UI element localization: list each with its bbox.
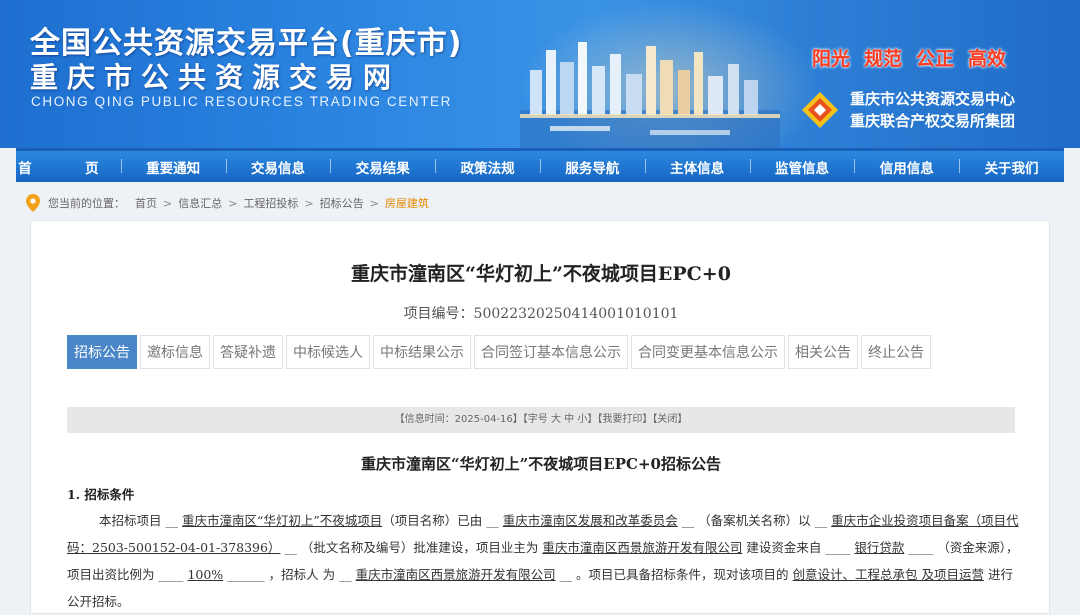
nav-item-policies[interactable]: 政策法规 (435, 157, 540, 177)
text-run: __ （批文名称及编号）批准建设，项目业主为 (280, 540, 543, 555)
org-name: 重庆市公共资源交易中心 (850, 90, 1016, 108)
text-run: 本招标项目 __ (99, 513, 182, 528)
slogan: 公正 (916, 48, 955, 70)
breadcrumb-separator: > (369, 196, 379, 210)
location-pin-icon (26, 194, 40, 212)
owner-value: 重庆市潼南区西景旅游开发有限公司 (542, 540, 743, 555)
section-heading: 1. 招标条件 (67, 487, 135, 502)
content-card: 重庆市潼南区“华灯初上”不夜城项目EPC+0 项目编号：500223202504… (30, 220, 1050, 614)
text-run: __ 。项目已具备招标条件，现对该项目的 (555, 567, 793, 582)
tab-related-notices[interactable]: 相关公告 (788, 335, 858, 369)
slogan: 阳光 (812, 48, 851, 70)
breadcrumb-separator: > (163, 196, 173, 210)
org-block: 重庆市公共资源交易中心 重庆联合产权交易所集团 (800, 88, 1015, 132)
ratio-value: 100% (187, 567, 224, 582)
slogan-list: 阳光 规范 公正 高效 (812, 44, 1006, 71)
breadcrumb-home[interactable]: 首页 (135, 195, 157, 211)
project-title: 重庆市潼南区“华灯初上”不夜城项目EPC+0 (351, 263, 731, 285)
tab-award-result[interactable]: 中标结果公示 (373, 335, 471, 369)
tab-qa-supplement[interactable]: 答疑补遗 (213, 335, 283, 369)
nav-item-service-guide[interactable]: 服务导航 (539, 157, 645, 177)
notice-paragraph: 本招标项目 __ 重庆市潼南区“华灯初上”不夜城项目（项目名称）已由 __ 重庆… (67, 507, 1019, 615)
org-names: 重庆市公共资源交易中心 重庆联合产权交易所集团 (850, 88, 1015, 132)
text-run: __ （备案机关名称）以 __ (677, 513, 832, 528)
tab-winning-candidates[interactable]: 中标候选人 (286, 335, 370, 369)
nav-item-trade-info[interactable]: 交易信息 (225, 157, 331, 177)
breadcrumb-separator: > (228, 196, 238, 210)
fund-source-value: 银行贷款 (854, 540, 905, 555)
tab-contract-change[interactable]: 合同变更基本信息公示 (631, 335, 785, 369)
breadcrumb-prefix: 您当前的位置： (48, 197, 125, 210)
nav-item-supervision[interactable]: 监管信息 (749, 157, 855, 177)
text-run: （项目名称）已由 __ (382, 513, 503, 528)
tab-invitation-info[interactable]: 邀标信息 (140, 335, 210, 369)
tab-contract-signing[interactable]: 合同签订基本信息公示 (474, 335, 628, 369)
site-banner: 全国公共资源交易平台(重庆市) 重庆市公共资源交易网 CHONG QING PU… (0, 0, 1080, 148)
info-toolbar[interactable]: 【信息时间：2025-04-16】【字号 大 中 小】【我要打印】【关闭】 (67, 407, 1015, 433)
text-run: 建设资金来自 ____ (742, 540, 855, 555)
tenderer-value: 重庆市潼南区西景旅游开发有限公司 (355, 567, 556, 582)
nav-item-about[interactable]: 关于我们 (959, 157, 1064, 177)
scope-value: 创意设计、工程总承包 及项目运营 (792, 567, 984, 582)
nav-item-home[interactable]: 首 页 (16, 157, 121, 177)
project-code: 项目编号：50022320250414001010101 (403, 306, 679, 322)
notice-title: 重庆市潼南区“华灯初上”不夜城项目EPC+0招标公告 (361, 455, 721, 473)
city-skyline-image (520, 42, 780, 148)
site-title-en: CHONG QING PUBLIC RESOURCES TRADING CENT… (31, 94, 452, 109)
slogan: 规范 (864, 48, 903, 70)
tab-termination[interactable]: 终止公告 (861, 335, 931, 369)
nav-item-trade-results[interactable]: 交易结果 (330, 157, 435, 177)
nav-item-subject-info[interactable]: 主体信息 (644, 157, 750, 177)
breadcrumb-tender-notice[interactable]: 招标公告 (320, 195, 364, 211)
notice-tabs: 招标公告 邀标信息 答疑补遗 中标候选人 中标结果公示 合同签订基本信息公示 合… (67, 335, 934, 369)
main-nav: 首 页 重要通知 交易信息 交易结果 政策法规 服务导航 主体信息 监管信息 信… (16, 148, 1064, 182)
project-name-value: 重庆市潼南区“华灯初上”不夜城项目 (181, 513, 383, 528)
breadcrumb-separator: > (304, 196, 314, 210)
approver-value: 重庆市潼南区发展和改革委员会 (502, 513, 678, 528)
slogan: 高效 (968, 48, 1007, 70)
breadcrumb-current[interactable]: 房屋建筑 (385, 195, 429, 211)
org-name: 重庆联合产权交易所集团 (850, 112, 1016, 130)
breadcrumb: 您当前的位置： 首页 > 信息汇总 > 工程招投标 > 招标公告 > 房屋建筑 (16, 188, 1064, 218)
org-logo-icon (802, 92, 838, 128)
tab-tender-notice[interactable]: 招标公告 (67, 335, 137, 369)
text-run: ______ ，招标人 为 __ (223, 567, 356, 582)
nav-item-notices[interactable]: 重要通知 (120, 157, 226, 177)
nav-item-credit[interactable]: 信用信息 (854, 157, 959, 177)
breadcrumb-info-summary[interactable]: 信息汇总 (178, 195, 222, 211)
breadcrumb-engineering[interactable]: 工程招投标 (243, 195, 298, 211)
site-subtitle: 重庆市公共资源交易网 (30, 61, 401, 94)
